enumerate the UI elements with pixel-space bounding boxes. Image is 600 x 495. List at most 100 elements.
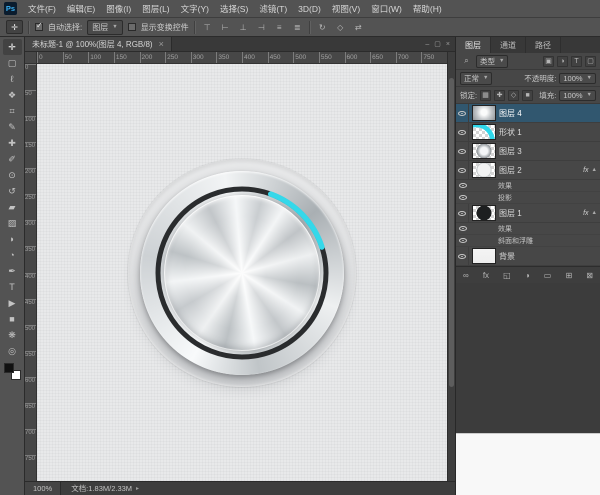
canvas[interactable] — [37, 64, 447, 481]
status-popup-arrow-icon[interactable]: ▸ — [136, 485, 139, 492]
3d-mode-icon[interactable]: ◇ — [334, 21, 347, 34]
lock-icon[interactable]: ■ — [522, 90, 533, 101]
effect-visibility-toggle[interactable] — [456, 180, 469, 191]
layer-effect-row[interactable]: 斜面和浮雕 — [456, 235, 600, 247]
menu-item[interactable]: 视图(V) — [327, 3, 365, 15]
menu-item[interactable]: 文件(F) — [23, 3, 61, 15]
layer-thumbnail[interactable] — [472, 162, 496, 178]
layer-row[interactable]: 图层 3 fx ▲ — [456, 142, 600, 161]
color-swatches[interactable] — [4, 363, 21, 380]
effect-visibility-toggle[interactable] — [456, 223, 469, 234]
layer-row[interactable]: 图层 2 fx ▲ — [456, 161, 600, 180]
align-icon[interactable]: ⊢ — [219, 21, 232, 34]
filter-type-dropdown[interactable]: 类型 ▼ — [476, 55, 508, 68]
align-icon[interactable]: ⊣ — [255, 21, 268, 34]
layers-footer-icon[interactable]: fx — [483, 271, 489, 280]
align-icon[interactable]: ⊥ — [237, 21, 250, 34]
layer-filter-icon[interactable]: ▣ — [543, 56, 554, 67]
tool-button[interactable]: ▨ — [3, 215, 22, 231]
visibility-toggle[interactable] — [456, 204, 469, 222]
menu-item[interactable]: 窗口(W) — [366, 3, 407, 15]
layers-footer-icon[interactable]: ▭ — [544, 271, 552, 280]
3d-mode-icon[interactable]: ↻ — [316, 21, 329, 34]
tool-button[interactable]: ◔ — [3, 247, 22, 263]
3d-mode-icon[interactable]: ⇄ — [352, 21, 365, 34]
layer-row[interactable]: 背景 fx ▲ — [456, 247, 600, 266]
foreground-color-swatch[interactable] — [4, 363, 14, 373]
layers-footer-icon[interactable]: ◑ — [525, 271, 530, 280]
lock-icon[interactable]: ◇ — [508, 90, 519, 101]
layers-footer-icon[interactable]: ⊞ — [565, 271, 572, 280]
tab-close-icon[interactable]: × — [159, 39, 164, 49]
layer-effect-row[interactable]: 效果 — [456, 223, 600, 235]
tool-button[interactable]: T — [3, 279, 22, 295]
menu-item[interactable]: 3D(D) — [293, 4, 326, 14]
visibility-toggle[interactable] — [456, 104, 469, 122]
tool-button[interactable]: ✛ — [3, 39, 22, 55]
layers-footer-icon[interactable]: ∞ — [463, 271, 469, 280]
menu-item[interactable]: 帮助(H) — [408, 3, 447, 15]
tool-button[interactable]: ⌗ — [3, 103, 22, 119]
fx-badge[interactable]: fx — [583, 167, 588, 174]
panel-tab[interactable]: 路径 — [526, 37, 561, 53]
layer-filter-icon[interactable]: ◑ — [557, 56, 568, 67]
visibility-toggle[interactable] — [456, 247, 469, 265]
window-control-icon[interactable]: – — [425, 41, 429, 48]
window-control-icon[interactable]: × — [446, 41, 450, 48]
tool-button[interactable]: ❋ — [3, 327, 22, 343]
tool-button[interactable]: ℓ — [3, 71, 22, 87]
zoom-level-field[interactable]: 100% — [25, 482, 61, 495]
search-icon[interactable]: ⌕ — [460, 55, 473, 68]
tool-button[interactable]: ✎ — [3, 119, 22, 135]
visibility-toggle[interactable] — [456, 123, 469, 141]
show-transform-checkbox[interactable] — [128, 23, 136, 31]
tool-button[interactable]: ✐ — [3, 151, 22, 167]
align-icon[interactable]: ⊤ — [201, 21, 214, 34]
fx-badge[interactable]: fx — [583, 210, 588, 217]
layers-footer-icon[interactable]: ⊠ — [586, 271, 593, 280]
layer-row[interactable]: 图层 4 fx ▲ — [456, 104, 600, 123]
auto-select-checkbox[interactable] — [35, 23, 43, 31]
blend-mode-dropdown[interactable]: 正常 ▼ — [460, 72, 492, 85]
layers-footer-icon[interactable]: ◱ — [503, 271, 511, 280]
menu-item[interactable]: 图像(I) — [101, 3, 136, 15]
fx-collapse-icon[interactable]: ▲ — [592, 167, 597, 173]
layer-filter-icon[interactable]: ▢ — [585, 56, 596, 67]
fill-value[interactable]: 100% ▼ — [559, 90, 596, 101]
menu-item[interactable]: 选择(S) — [215, 3, 253, 15]
tool-button[interactable]: ▢ — [3, 55, 22, 71]
layer-thumbnail[interactable] — [472, 105, 496, 121]
lock-icon[interactable]: ▦ — [480, 90, 491, 101]
lock-icon[interactable]: ✚ — [494, 90, 505, 101]
tool-button[interactable]: ↺ — [3, 183, 22, 199]
layer-thumbnail[interactable] — [472, 124, 496, 140]
layer-thumbnail[interactable] — [472, 248, 496, 264]
layer-filter-icon[interactable]: T — [571, 56, 582, 67]
panel-tab[interactable]: 图层 — [456, 37, 491, 53]
tool-button[interactable]: ✒ — [3, 263, 22, 279]
opacity-value[interactable]: 100% ▼ — [559, 73, 596, 84]
menu-item[interactable]: 文字(Y) — [176, 3, 214, 15]
visibility-toggle[interactable] — [456, 142, 469, 160]
visibility-toggle[interactable] — [456, 161, 469, 179]
effect-visibility-toggle[interactable] — [456, 235, 469, 246]
layer-thumbnail[interactable] — [472, 143, 496, 159]
align-icon[interactable]: ≡ — [273, 21, 286, 34]
menu-item[interactable]: 图层(L) — [137, 3, 174, 15]
panel-tab[interactable]: 通道 — [491, 37, 526, 53]
layer-effect-row[interactable]: 投影 — [456, 192, 600, 204]
menu-item[interactable]: 滤镜(T) — [254, 3, 292, 15]
menu-item[interactable]: 编辑(E) — [62, 3, 100, 15]
layer-effect-row[interactable]: 效果 — [456, 180, 600, 192]
tool-button[interactable]: ▶ — [3, 295, 22, 311]
tool-button[interactable]: ◗ — [3, 231, 22, 247]
document-size-info[interactable]: 文档:1.83M/2.33M — [71, 483, 132, 494]
tool-button[interactable]: ⊙ — [3, 167, 22, 183]
fx-collapse-icon[interactable]: ▲ — [592, 210, 597, 216]
tool-button[interactable]: ❖ — [3, 87, 22, 103]
effect-visibility-toggle[interactable] — [456, 192, 469, 203]
document-tab[interactable]: 未标题-1 @ 100%(图层 4, RGB/8) × — [25, 37, 172, 51]
tool-button[interactable]: ▰ — [3, 199, 22, 215]
layer-row[interactable]: 形状 1 fx ▲ — [456, 123, 600, 142]
scrollbar-thumb[interactable] — [449, 78, 454, 387]
